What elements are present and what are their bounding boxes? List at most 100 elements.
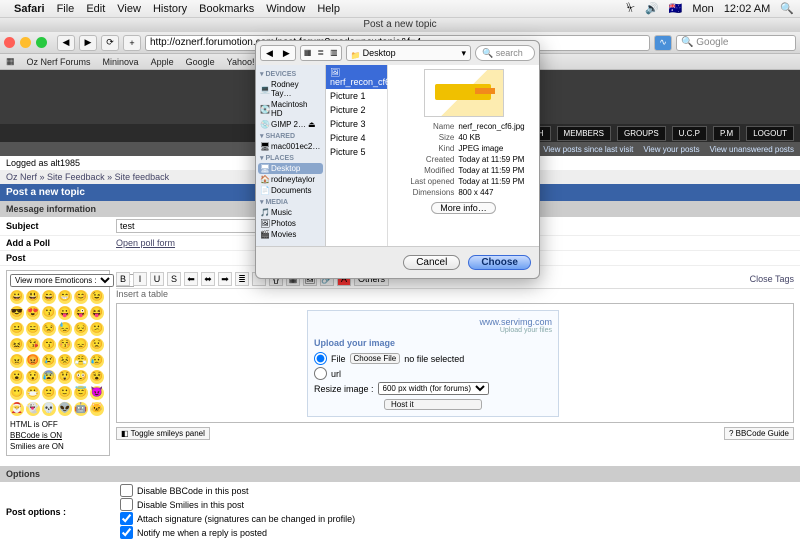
smiley-icon[interactable]: 😡 — [26, 354, 40, 368]
view-col-button[interactable]: ▥ — [327, 46, 341, 60]
smiley-icon[interactable]: 🤖 — [74, 402, 88, 416]
file-item[interactable]: 🖼 nerf_recon_cf6.jpg — [326, 65, 387, 89]
clock-time[interactable]: 12:02 AM — [724, 3, 770, 15]
add-button[interactable]: + — [123, 35, 141, 51]
smiley-icon[interactable]: 😓 — [58, 322, 72, 336]
spotlight-icon[interactable]: 🔍 — [780, 2, 794, 15]
smiley-icon[interactable]: 😕 — [90, 322, 104, 336]
italic-button[interactable]: I — [133, 272, 147, 286]
menu-edit[interactable]: Edit — [86, 3, 105, 15]
smiley-icon[interactable]: 😒 — [42, 322, 56, 336]
smiley-icon[interactable]: 😇 — [74, 386, 88, 400]
smiley-icon[interactable]: 🙂 — [58, 386, 72, 400]
smiley-icon[interactable]: 😁 — [58, 290, 72, 304]
smiley-icon[interactable]: 😳 — [74, 370, 88, 384]
file-item[interactable]: Picture 5 — [326, 145, 387, 159]
smiley-icon[interactable]: 😝 — [90, 306, 104, 320]
app-menu[interactable]: Safari — [14, 3, 45, 15]
close-tags-link[interactable]: Close Tags — [750, 274, 794, 284]
more-info-button[interactable]: More info… — [431, 202, 496, 214]
upload-file-radio[interactable] — [314, 352, 327, 365]
menu-history[interactable]: History — [153, 3, 187, 15]
resize-select[interactable]: 600 px width (for forums) — [378, 382, 489, 395]
bold-button[interactable]: B — [116, 272, 130, 286]
file-item[interactable]: Picture 3 — [326, 117, 387, 131]
smiley-icon[interactable]: 🐱 — [90, 402, 104, 416]
bookmark-item[interactable]: Oz Nerf Forums — [27, 57, 91, 67]
finder-fwd-button[interactable]: ▶ — [278, 46, 295, 60]
menu-window[interactable]: Window — [266, 3, 305, 15]
clock-day[interactable]: Mon — [692, 3, 713, 15]
opt-bbcode[interactable] — [120, 484, 133, 497]
emote-select[interactable]: View more Emoticons : — [10, 274, 114, 287]
sidebar-device[interactable]: 💿GIMP 2… ⏏ — [258, 119, 323, 130]
link-unanswered[interactable]: View unanswered posts — [710, 145, 794, 154]
smiley-icon[interactable]: 🙁 — [42, 386, 56, 400]
finder-back-button[interactable]: ◀ — [261, 46, 278, 60]
menu-view[interactable]: View — [117, 3, 141, 15]
smiley-icon[interactable]: 😣 — [58, 354, 72, 368]
smiley-icon[interactable]: 😖 — [10, 338, 24, 352]
list-button[interactable]: ≣ — [235, 272, 249, 286]
smiley-icon[interactable]: 😞 — [74, 338, 88, 352]
reload-button[interactable]: ⟳ — [101, 35, 119, 51]
smiley-icon[interactable]: 😮 — [10, 370, 24, 384]
back-button[interactable]: ◀ — [57, 35, 75, 51]
upload-url-radio[interactable] — [314, 367, 327, 380]
view-list-button[interactable]: ≣ — [314, 46, 327, 60]
location-popup[interactable]: 📁Desktop▾ — [346, 45, 471, 61]
bookmark-item[interactable]: Google — [186, 57, 215, 67]
smiley-icon[interactable]: 😘 — [26, 338, 40, 352]
smiley-icon[interactable]: 😜 — [74, 306, 88, 320]
smiley-icon[interactable]: 😟 — [90, 338, 104, 352]
link-since-last[interactable]: View posts since last visit — [543, 145, 633, 154]
smiley-icon[interactable]: 😎 — [10, 306, 24, 320]
bookmark-menu-icon[interactable]: ▦ — [6, 56, 15, 67]
nav-ucp[interactable]: U.C.P — [672, 126, 707, 141]
smiley-icon[interactable]: 😔 — [74, 322, 88, 336]
smiley-icon[interactable]: 😠 — [10, 354, 24, 368]
align-left-button[interactable]: ⬅ — [184, 272, 198, 286]
cancel-button[interactable]: Cancel — [403, 255, 460, 270]
bookmark-item[interactable]: Yahoo! — [227, 57, 255, 67]
link-your-posts[interactable]: View your posts — [643, 145, 699, 154]
file-item[interactable]: Picture 2 — [326, 103, 387, 117]
smiley-icon[interactable]: 😄 — [42, 290, 56, 304]
strike-button[interactable]: S — [167, 272, 181, 286]
sidebar-desktop[interactable]: 🖥Desktop — [258, 163, 323, 174]
smiley-icon[interactable]: 😯 — [26, 370, 40, 384]
crumb-root[interactable]: Oz Nerf — [6, 172, 37, 182]
smiley-icon[interactable]: 😚 — [58, 338, 72, 352]
smiley-icon[interactable]: 😃 — [26, 290, 40, 304]
menu-help[interactable]: Help — [317, 3, 340, 15]
smiley-icon[interactable]: 😢 — [42, 354, 56, 368]
smiley-icon[interactable]: 😰 — [42, 370, 56, 384]
smiley-icon[interactable]: 😑 — [26, 322, 40, 336]
finder-search[interactable]: 🔍 search — [475, 45, 535, 61]
menu-bookmarks[interactable]: Bookmarks — [199, 3, 254, 15]
sidebar-music[interactable]: 🎵Music — [258, 207, 323, 218]
smiley-icon[interactable]: 🎅 — [10, 402, 24, 416]
browser-search[interactable]: 🔍 Google — [676, 35, 796, 51]
sidebar-device[interactable]: 💽Macintosh HD — [258, 99, 323, 119]
sidebar-shared[interactable]: 🖥mac001ec2… — [258, 141, 323, 152]
align-right-button[interactable]: ➡ — [218, 272, 232, 286]
bbcode-guide-button[interactable]: ? BBCode Guide — [724, 427, 794, 440]
bookmark-item[interactable]: Mininova — [103, 57, 139, 67]
align-center-button[interactable]: ⬌ — [201, 272, 215, 286]
file-item[interactable]: Picture 4 — [326, 131, 387, 145]
volume-icon[interactable]: 🔊 — [645, 2, 659, 15]
close-icon[interactable] — [4, 37, 15, 48]
minimize-icon[interactable] — [20, 37, 31, 48]
wifi-icon[interactable]: ⏧ — [626, 2, 635, 15]
crumb-forum[interactable]: Site feedback — [115, 172, 170, 182]
editor-stage[interactable]: www.servimg.comUpload your files Upload … — [116, 303, 794, 423]
smiley-icon[interactable]: 👻 — [26, 402, 40, 416]
smiley-icon[interactable]: 😥 — [90, 354, 104, 368]
sidebar-movies[interactable]: 🎬Movies — [258, 229, 323, 240]
view-icon-button[interactable]: ▦ — [301, 46, 315, 60]
smiley-icon[interactable]: 😊 — [74, 290, 88, 304]
bookmark-item[interactable]: Apple — [151, 57, 174, 67]
smiley-icon[interactable]: 😲 — [58, 370, 72, 384]
sidebar-device[interactable]: 💻Rodney Tay… — [258, 79, 323, 99]
